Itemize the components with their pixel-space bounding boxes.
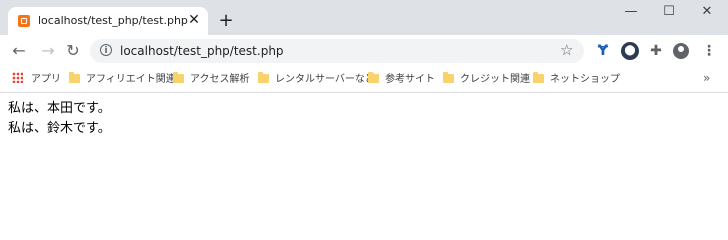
folder-icon	[443, 72, 454, 83]
bookmark-star-icon[interactable]: ☆	[560, 41, 573, 59]
tab-title: localhost/test_php/test.php	[38, 14, 188, 27]
site-info-icon[interactable]: i	[100, 44, 112, 56]
page-content: 私は、本田です。 私は、鈴木です。	[8, 99, 111, 139]
extension-badge-icon[interactable]: ⬤	[621, 42, 639, 60]
bookmark-folder-netshop[interactable]: ネットショップ	[533, 72, 620, 88]
menu-icon[interactable]: ⋮	[700, 42, 718, 60]
bookmark-folder-reference[interactable]: 参考サイト	[368, 72, 435, 88]
folder-icon	[173, 72, 184, 83]
bookmarks-bar: アプリ アフィリエイト関連 アクセス解析 レンタルサーバーなど 参考サイト クレ…	[0, 67, 728, 93]
bookmark-folder-analytics[interactable]: アクセス解析	[173, 72, 250, 88]
minimize-button[interactable]: —	[616, 2, 646, 22]
folder-icon	[368, 72, 379, 83]
puzzle-icon[interactable]: ✚	[647, 42, 665, 60]
tab-active[interactable]: localhost/test_php/test.php ✕	[8, 7, 208, 35]
browser-window: localhost/test_php/test.php ✕ + — ☐ ✕ ← …	[0, 0, 728, 200]
bookmark-label: クレジット関連	[460, 74, 530, 85]
folder-icon	[258, 72, 269, 83]
text-line-1: 私は、本田です。	[8, 101, 111, 116]
bookmark-label: アフィリエイト関連	[86, 74, 176, 85]
xampp-favicon-icon	[18, 15, 30, 27]
toolbar: ← → ↻ i localhost/test_php/test.php ☆ Ɏ …	[0, 35, 728, 67]
back-button[interactable]: ←	[9, 41, 29, 61]
url-text[interactable]: localhost/test_php/test.php	[120, 44, 284, 58]
reload-button[interactable]: ↻	[63, 41, 83, 61]
folder-icon	[69, 72, 80, 83]
close-window-button[interactable]: ✕	[692, 2, 722, 22]
forward-button[interactable]: →	[38, 41, 58, 61]
bookmark-label: レンタルサーバーなど	[275, 74, 375, 85]
tab-close-icon[interactable]: ✕	[186, 12, 202, 28]
text-line-2: 私は、鈴木です。	[8, 121, 111, 136]
bookmark-label: ネットショップ	[550, 74, 620, 85]
address-bar[interactable]: i localhost/test_php/test.php ☆	[90, 39, 584, 63]
bookmark-folder-rental-server[interactable]: レンタルサーバーなど	[258, 72, 375, 88]
tab-strip: localhost/test_php/test.php ✕ + — ☐ ✕	[0, 0, 728, 35]
vue-devtools-icon[interactable]: Ɏ	[594, 42, 612, 60]
new-tab-button[interactable]: +	[216, 11, 236, 31]
bookmark-label: アプリ	[31, 74, 61, 85]
bookmarks-overflow-icon[interactable]: »	[703, 71, 710, 85]
bookmark-label: アクセス解析	[190, 74, 250, 85]
profile-icon[interactable]	[673, 43, 689, 59]
folder-icon	[533, 72, 544, 83]
bookmark-apps[interactable]: アプリ	[12, 72, 61, 88]
bookmark-folder-affiliate[interactable]: アフィリエイト関連	[69, 72, 176, 88]
bookmark-label: 参考サイト	[385, 74, 435, 85]
bookmark-folder-credit[interactable]: クレジット関連	[443, 72, 530, 88]
apps-grid-icon	[12, 72, 23, 83]
maximize-button[interactable]: ☐	[654, 2, 684, 22]
